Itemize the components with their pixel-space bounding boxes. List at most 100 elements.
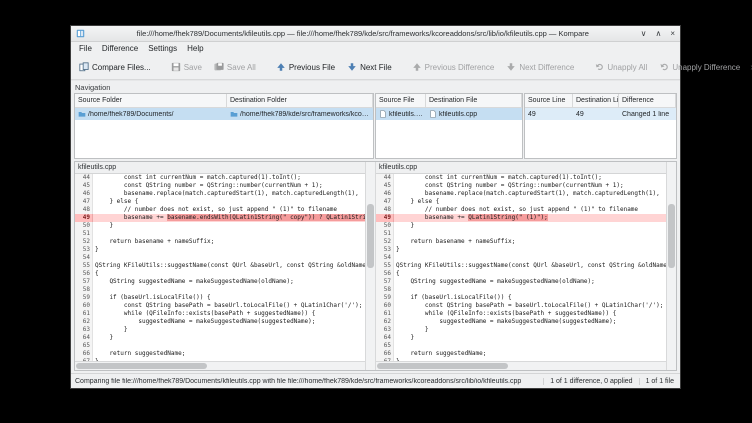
line-number: 44 xyxy=(75,174,93,182)
code-line: 51 xyxy=(75,230,365,238)
save-all-button[interactable]: Save All xyxy=(209,59,261,75)
toolbar-button-label: Previous File xyxy=(289,63,335,72)
column-header-source-file[interactable]: Source File xyxy=(376,94,426,107)
code-line: 63 } xyxy=(75,326,365,334)
line-number: 55 xyxy=(75,262,93,270)
diff-changed-line[interactable]: 49 basename += basename.endsWith(QLatin1… xyxy=(75,214,365,222)
line-number: 45 xyxy=(75,182,93,190)
line-text xyxy=(93,230,365,238)
folders-row[interactable]: /home/fhek789/Documents/ /home/fhek789/k… xyxy=(75,108,373,120)
scrollbar-thumb[interactable] xyxy=(668,204,675,268)
column-header-source-line[interactable]: Source Line xyxy=(525,94,573,107)
titlebar[interactable]: file:///home/fhek789/Documents/kfileutil… xyxy=(71,26,680,42)
folders-header-row: Source Folder Destination Folder xyxy=(75,94,373,108)
line-number: 62 xyxy=(376,318,394,326)
line-number: 52 xyxy=(376,238,394,246)
unapply-difference-button[interactable]: Unapply Difference xyxy=(654,59,745,75)
toolbar-button-label: Previous Difference xyxy=(425,63,495,72)
right-vertical-scrollbar[interactable] xyxy=(666,162,676,370)
window-controls: ∨ ∧ × xyxy=(641,29,675,38)
line-number: 61 xyxy=(75,310,93,318)
line-number: 53 xyxy=(376,246,394,254)
menu-item-difference[interactable]: Difference xyxy=(97,44,143,53)
save-icon xyxy=(171,62,181,72)
files-row[interactable]: kfileutils.cpp kfileutils.cpp xyxy=(376,108,522,120)
source-code-view[interactable]: 44 const int currentNum = match.captured… xyxy=(75,174,365,361)
line-text: return basename + nameSuffix; xyxy=(93,238,365,246)
scrollbar-thumb[interactable] xyxy=(377,363,508,369)
line-text xyxy=(394,254,666,262)
diff-changed-line[interactable]: 49 basename += QLatin1String(" (1)"); xyxy=(376,214,666,222)
line-text: } xyxy=(394,326,666,334)
previous-difference-button[interactable]: Previous Difference xyxy=(407,59,500,75)
line-text: return suggestedName; xyxy=(394,350,666,358)
column-header-destination-line[interactable]: Destination Line xyxy=(573,94,619,107)
code-line: 47 } else { xyxy=(376,198,666,206)
source-folder-cell: /home/fhek789/Documents/ xyxy=(75,110,227,118)
file-icon xyxy=(379,110,387,118)
column-header-destination-file[interactable]: Destination File xyxy=(426,94,522,107)
code-line: 57 QString suggestedName = makeSuggested… xyxy=(376,278,666,286)
line-text: QString suggestedName = makeSuggestedNam… xyxy=(394,278,666,286)
line-text: const QString basePath = baseUrl.toLocal… xyxy=(93,302,365,310)
code-line: 57 QString suggestedName = makeSuggested… xyxy=(75,278,365,286)
line-text: QString KFileUtils::suggestName(const QU… xyxy=(394,262,666,270)
file-icon xyxy=(429,110,437,118)
line-number: 58 xyxy=(75,286,93,294)
destination-file-cell: kfileutils.cpp xyxy=(426,110,522,118)
files-header-row: Source File Destination File xyxy=(376,94,522,108)
code-line: 50 } xyxy=(75,222,365,230)
next-file-button[interactable]: Next File xyxy=(342,59,397,75)
scrollbar-thumb[interactable] xyxy=(367,204,374,268)
maximize-button[interactable]: ∧ xyxy=(655,29,661,38)
line-text: } xyxy=(93,222,365,230)
next-difference-button[interactable]: Next Difference xyxy=(501,59,579,75)
difference-row[interactable]: 49 49 Changed 1 line xyxy=(525,108,676,120)
line-number: 65 xyxy=(376,342,394,350)
diff-view: kfileutils.cpp 44 const int currentNum =… xyxy=(74,161,677,371)
line-text: } xyxy=(394,222,666,230)
destination-code-view[interactable]: 44 const int currentNum = match.captured… xyxy=(376,174,666,361)
destination-horizontal-scrollbar[interactable] xyxy=(376,361,666,370)
toolbar-button-label: Next Difference xyxy=(519,63,574,72)
code-line: 54 xyxy=(75,254,365,262)
code-line: 58 xyxy=(376,286,666,294)
toolbar-button-label: Save All xyxy=(227,63,256,72)
save-button[interactable]: Save xyxy=(166,59,207,75)
files-table: Source File Destination File kfileutils.… xyxy=(375,93,523,159)
center-vertical-scrollbar[interactable] xyxy=(365,162,376,370)
line-number: 44 xyxy=(376,174,394,182)
menu-item-help[interactable]: Help xyxy=(182,44,208,53)
changed-text-highlight: basename.endsWith(QLatin1String(" copy")… xyxy=(167,214,365,221)
toolbar-overflow-chevron-icon[interactable]: › xyxy=(747,62,752,73)
menu-item-file[interactable]: File xyxy=(74,44,97,53)
code-line: 53} xyxy=(75,246,365,254)
compare-files-icon xyxy=(79,62,89,72)
line-text xyxy=(93,254,365,262)
column-header-destination-folder[interactable]: Destination Folder xyxy=(227,94,373,107)
lines-table: Source Line Destination Line Difference … xyxy=(524,93,677,159)
menu-item-settings[interactable]: Settings xyxy=(143,44,182,53)
minimize-button[interactable]: ∨ xyxy=(641,29,647,38)
statusbar: Comparing file file:///home/fhek789/Docu… xyxy=(71,373,680,388)
line-text: // number does not exist, so just append… xyxy=(93,206,365,214)
scrollbar-thumb[interactable] xyxy=(76,363,207,369)
column-header-source-folder[interactable]: Source Folder xyxy=(75,94,227,107)
destination-folder-cell: /home/fhek789/kde/src/frameworks/kcoread… xyxy=(227,110,373,118)
close-button[interactable]: × xyxy=(670,29,675,38)
code-line: 52 return basename + nameSuffix; xyxy=(75,238,365,246)
unapply-all-button[interactable]: Unapply All xyxy=(589,59,652,75)
source-horizontal-scrollbar[interactable] xyxy=(75,361,365,370)
line-number: 56 xyxy=(376,270,394,278)
code-line: 55QString KFileUtils::suggestName(const … xyxy=(376,262,666,270)
line-text: } xyxy=(93,326,365,334)
column-header-difference[interactable]: Difference xyxy=(619,94,676,107)
previous-file-button[interactable]: Previous File xyxy=(271,59,340,75)
code-line: 48 // number does not exist, so just app… xyxy=(376,206,666,214)
toolbar: Compare Files... Save Save All Previous Fil… xyxy=(71,55,680,80)
line-number: 49 xyxy=(376,214,394,222)
compare-files-button[interactable]: Compare Files... xyxy=(74,59,156,75)
toolbar-button-label: Save xyxy=(184,63,202,72)
line-number: 50 xyxy=(376,222,394,230)
code-line: 50 } xyxy=(376,222,666,230)
